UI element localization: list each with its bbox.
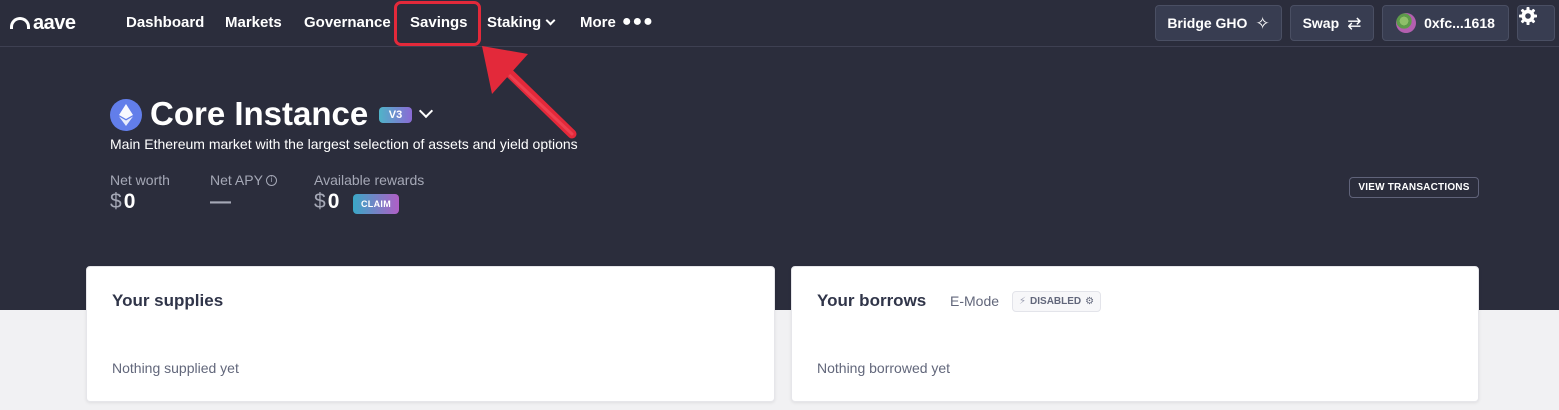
aave-logo-icon: [10, 17, 30, 29]
market-title: Core Instance: [150, 95, 369, 132]
view-transactions-button[interactable]: VIEW TRANSACTIONS: [1349, 177, 1479, 198]
version-badge: V3: [379, 107, 412, 123]
net-apy-label-group: Net APY i: [210, 172, 277, 188]
nav-staking[interactable]: Staking: [487, 0, 556, 47]
emode-status-badge[interactable]: ⚡ DISABLED ⚙: [1012, 291, 1102, 312]
borrows-card: Your borrows E-Mode ⚡ DISABLED ⚙ Nothing…: [791, 266, 1479, 402]
nav-governance[interactable]: Governance: [304, 0, 391, 47]
rewards-amount: 0: [327, 190, 340, 213]
sparkle-icon: ✧: [1255, 13, 1270, 33]
market-subtitle: Main Ethereum market with the largest se…: [110, 136, 578, 152]
net-apy-label: Net APY: [210, 172, 263, 188]
top-nav: aave Dashboard Markets Governance Saving…: [0, 0, 1559, 47]
nav-more[interactable]: More ●●●: [580, 0, 654, 47]
available-rewards-label: Available rewards: [314, 172, 425, 188]
net-worth-currency: $: [110, 190, 122, 213]
rewards-value: $0: [314, 190, 339, 214]
supplies-title: Your supplies: [112, 291, 224, 310]
nav-staking-label: Staking: [487, 14, 542, 31]
supplies-empty-text: Nothing supplied yet: [112, 360, 239, 376]
net-worth-value: $0: [110, 190, 135, 214]
swap-label: Swap: [1302, 15, 1340, 31]
avatar: [1396, 13, 1417, 33]
swap-button[interactable]: Swap ⇄: [1290, 5, 1374, 41]
claim-button[interactable]: CLAIM: [353, 194, 399, 214]
nav-markets[interactable]: Markets: [225, 0, 282, 47]
emode-label: E-Mode: [950, 293, 1000, 309]
lightning-icon: ⚡: [1019, 296, 1027, 307]
gear-icon: ⚙: [1085, 296, 1095, 307]
borrows-empty-text: Nothing borrowed yet: [817, 360, 951, 376]
emode-status-text: DISABLED: [1030, 296, 1082, 307]
nav-more-label: More: [580, 14, 616, 31]
supplies-card: Your supplies Nothing supplied yet: [86, 266, 775, 402]
more-dots-icon: ●●●: [621, 13, 654, 30]
net-worth-label: Net worth: [110, 172, 170, 188]
gear-icon: [1519, 7, 1537, 25]
wallet-button[interactable]: 0xfc...1618: [1382, 5, 1509, 41]
settings-button[interactable]: [1517, 5, 1555, 41]
bridge-gho-label: Bridge GHO: [1167, 15, 1248, 31]
ethereum-diamond-icon: [119, 104, 133, 126]
rewards-currency: $: [314, 190, 326, 213]
net-worth-amount: 0: [123, 190, 136, 213]
bridge-gho-button[interactable]: Bridge GHO ✧: [1155, 5, 1282, 41]
borrows-title: Your borrows: [817, 291, 927, 310]
swap-arrows-icon: ⇄: [1347, 13, 1362, 33]
wallet-address: 0xfc...1618: [1424, 15, 1495, 31]
chevron-down-icon: [545, 15, 556, 26]
ethereum-icon: [110, 99, 142, 131]
aave-logo[interactable]: aave: [10, 12, 76, 34]
info-icon[interactable]: i: [265, 174, 277, 186]
logo-text: aave: [33, 11, 76, 34]
net-apy-value: —: [210, 190, 231, 213]
savings-highlight-box: [394, 1, 481, 46]
nav-dashboard[interactable]: Dashboard: [126, 0, 204, 47]
